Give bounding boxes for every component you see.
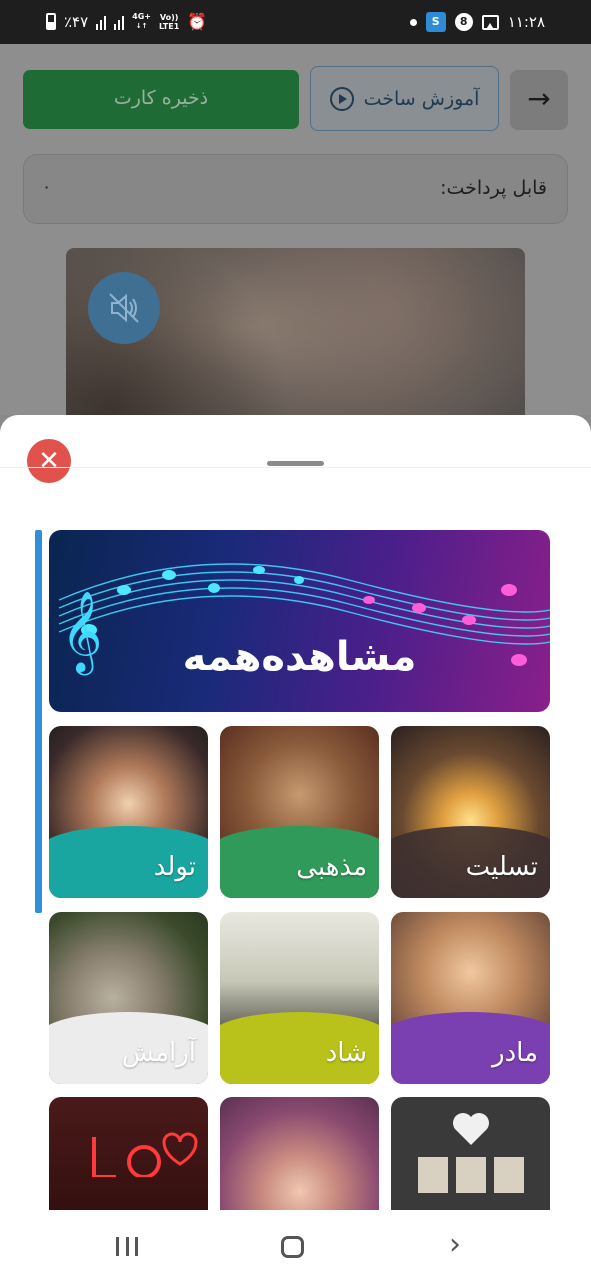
category-condolence[interactable]: تسلیت: [391, 726, 550, 898]
category-love[interactable]: [49, 1097, 208, 1210]
back-button[interactable]: →: [510, 70, 568, 130]
dad-letters-decoration: [418, 1157, 524, 1193]
system-nav-bar: ›: [0, 1210, 591, 1280]
category-label: شاد: [325, 1038, 367, 1068]
save-card-button[interactable]: ذخیره کارت: [23, 70, 299, 129]
payable-box: قابل پرداخت: ۰: [23, 154, 568, 224]
battery-level: ٪۴۷: [64, 12, 89, 31]
payable-label: قابل پرداخت:: [440, 177, 547, 199]
image-icon: [481, 14, 499, 30]
status-bar: ٪۴۷ 4G+ ↓↑ Vo)) LTE1 ⏰ S 8 ۱۱:۲۸: [0, 0, 591, 44]
tutorial-button[interactable]: آموزش ساخت: [310, 66, 499, 131]
view-all-card[interactable]: 𝄞 مشاهده‌همه: [49, 530, 550, 712]
alarm-icon: ⏰: [187, 12, 208, 31]
category-label: مادر: [492, 1038, 538, 1068]
network-type: 4G+ ↓↑: [132, 12, 152, 30]
app-notification-icon: S: [425, 12, 446, 32]
close-button[interactable]: ✕: [27, 439, 71, 483]
scroll-indicator: [35, 530, 42, 913]
sheet-divider: [0, 467, 591, 468]
sheet-drag-handle[interactable]: [267, 461, 324, 466]
tutorial-button-label: آموزش ساخت: [363, 87, 480, 110]
payable-value: ۰: [42, 177, 52, 197]
category-child[interactable]: [220, 1097, 379, 1210]
notification-dot-icon: [409, 18, 417, 26]
home-button[interactable]: [281, 1236, 304, 1258]
heart-icon: [453, 1113, 489, 1145]
category-label: مذهبی: [296, 852, 367, 882]
recent-apps-button[interactable]: [116, 1237, 138, 1256]
category-bottom-sheet: ✕: [0, 415, 591, 1210]
category-mother[interactable]: مادر: [391, 912, 550, 1084]
category-birthday[interactable]: تولد: [49, 726, 208, 898]
status-right: S 8 ۱۱:۲۸: [409, 12, 545, 32]
volte-indicator: Vo)) LTE1: [159, 12, 180, 31]
category-happy[interactable]: شاد: [220, 912, 379, 1084]
category-calm[interactable]: آرامش: [49, 912, 208, 1084]
signal-icon-2: [114, 14, 125, 30]
view-all-label: مشاهده‌همه: [182, 634, 417, 680]
volume-mute-icon: [109, 293, 139, 323]
category-religious[interactable]: مذهبی: [220, 726, 379, 898]
category-label: تسلیت: [465, 852, 538, 882]
category-father[interactable]: [391, 1097, 550, 1210]
back-nav-button[interactable]: ›: [449, 1230, 461, 1260]
notification-count-badge: 8: [454, 13, 473, 31]
category-label: آرامش: [121, 1038, 196, 1068]
battery-icon: [46, 13, 56, 30]
neon-love-decoration: [92, 1132, 198, 1177]
category-label: تولد: [153, 852, 196, 882]
music-notes-decoration: 𝄞: [58, 563, 550, 675]
card-editor-background: → آموزش ساخت ذخیره کارت قابل پرداخت: ۰: [0, 44, 591, 448]
mute-button[interactable]: [88, 272, 160, 344]
clock: ۱۱:۲۸: [507, 13, 545, 31]
status-left: ٪۴۷ 4G+ ↓↑ Vo)) LTE1 ⏰: [46, 12, 207, 31]
signal-icon: [96, 14, 107, 30]
play-icon: [329, 86, 354, 111]
